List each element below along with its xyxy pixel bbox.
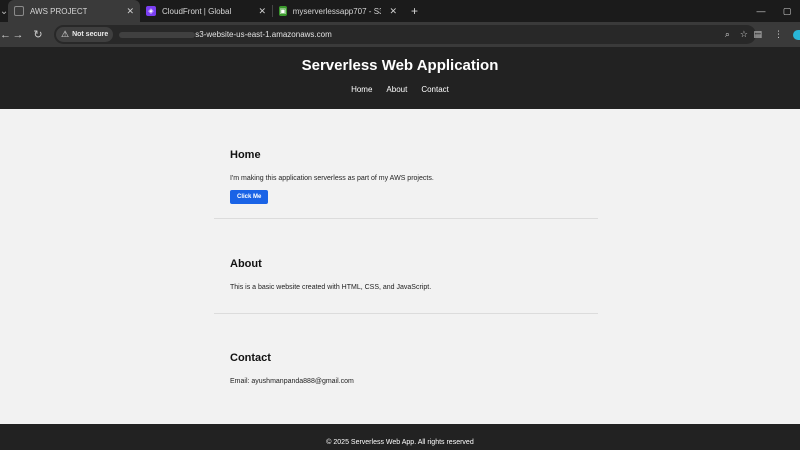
cloudfront-icon: ◈ xyxy=(146,6,156,16)
menu-icon[interactable]: ⋮ xyxy=(774,29,783,40)
profile-avatar[interactable] xyxy=(793,29,800,40)
contact-email: Email: ayushmanpanda888@gmail.com xyxy=(230,378,354,385)
tab-search-icon[interactable]: ⌄ xyxy=(0,0,8,22)
home-text: I'm making this application serverless a… xyxy=(230,175,434,182)
site-header: Serverless Web Application Home About Co… xyxy=(0,47,800,109)
browser-toolbar: ← → ↻ ⚠ Not secure s3-website-us-east-1.… xyxy=(0,22,800,47)
side-panel-icon[interactable]: ▤ xyxy=(753,29,762,40)
site-title: Serverless Web Application xyxy=(301,57,499,74)
tab-cloudfront[interactable]: ◈ CloudFront | Global ✕ xyxy=(140,0,272,22)
tab-title: myserverlessapp707 - S3 bucke xyxy=(292,6,382,16)
url-text: s3-website-us-east-1.amazonaws.com xyxy=(195,30,332,39)
forward-icon[interactable]: → xyxy=(8,29,28,41)
page-viewport: Serverless Web Application Home About Co… xyxy=(0,47,800,450)
site-nav: Home About Contact xyxy=(0,85,800,94)
contact-heading: Contact xyxy=(230,352,271,364)
minimize-icon[interactable]: — xyxy=(748,6,774,16)
zoom-icon[interactable]: ⌕ xyxy=(725,29,730,40)
about-section: About This is a basic website created wi… xyxy=(214,219,598,314)
tab-title: AWS PROJECT xyxy=(30,6,88,16)
nav-link-contact[interactable]: Contact xyxy=(421,85,449,94)
tab-aws-project[interactable]: AWS PROJECT ✕ xyxy=(8,0,140,22)
maximize-icon[interactable]: ▢ xyxy=(774,6,800,17)
s3-bucket-icon: ▣ xyxy=(279,6,287,16)
address-bar[interactable]: ⚠ Not secure s3-website-us-east-1.amazon… xyxy=(54,25,756,44)
url-redacted-segment xyxy=(119,31,196,38)
about-heading: About xyxy=(230,258,262,270)
security-chip[interactable]: ⚠ Not secure xyxy=(56,27,114,42)
back-icon[interactable]: ← xyxy=(0,29,11,41)
about-text: This is a basic website created with HTM… xyxy=(230,284,432,291)
close-icon[interactable]: ✕ xyxy=(381,6,397,17)
globe-icon xyxy=(14,6,24,16)
tab-title: CloudFront | Global xyxy=(162,6,232,16)
not-secure-label: Not secure xyxy=(72,31,109,38)
warning-icon: ⚠ xyxy=(61,29,70,39)
browser-tab-strip: ⌄ AWS PROJECT ✕ ◈ CloudFront | Global ✕ … xyxy=(0,0,800,22)
nav-link-about[interactable]: About xyxy=(386,85,407,94)
tab-s3-bucket[interactable]: ▣ myserverlessapp707 - S3 bucke ✕ xyxy=(273,0,403,22)
home-heading: Home xyxy=(230,149,261,161)
nav-link-home[interactable]: Home xyxy=(351,85,372,94)
new-tab-button[interactable]: + xyxy=(403,0,426,22)
site-footer: © 2025 Serverless Web App. All rights re… xyxy=(0,424,800,450)
reload-icon[interactable]: ↻ xyxy=(28,28,48,41)
toolbar-right: ▤ ⋮ xyxy=(741,22,800,47)
click-me-button[interactable]: Click Me xyxy=(230,190,269,204)
home-section: Home I'm making this application serverl… xyxy=(214,109,598,219)
window-controls: — ▢ xyxy=(748,0,800,22)
close-icon[interactable]: ✕ xyxy=(118,6,134,17)
close-icon[interactable]: ✕ xyxy=(250,6,266,17)
contact-section: Contact Email: ayushmanpanda888@gmail.co… xyxy=(214,314,598,424)
